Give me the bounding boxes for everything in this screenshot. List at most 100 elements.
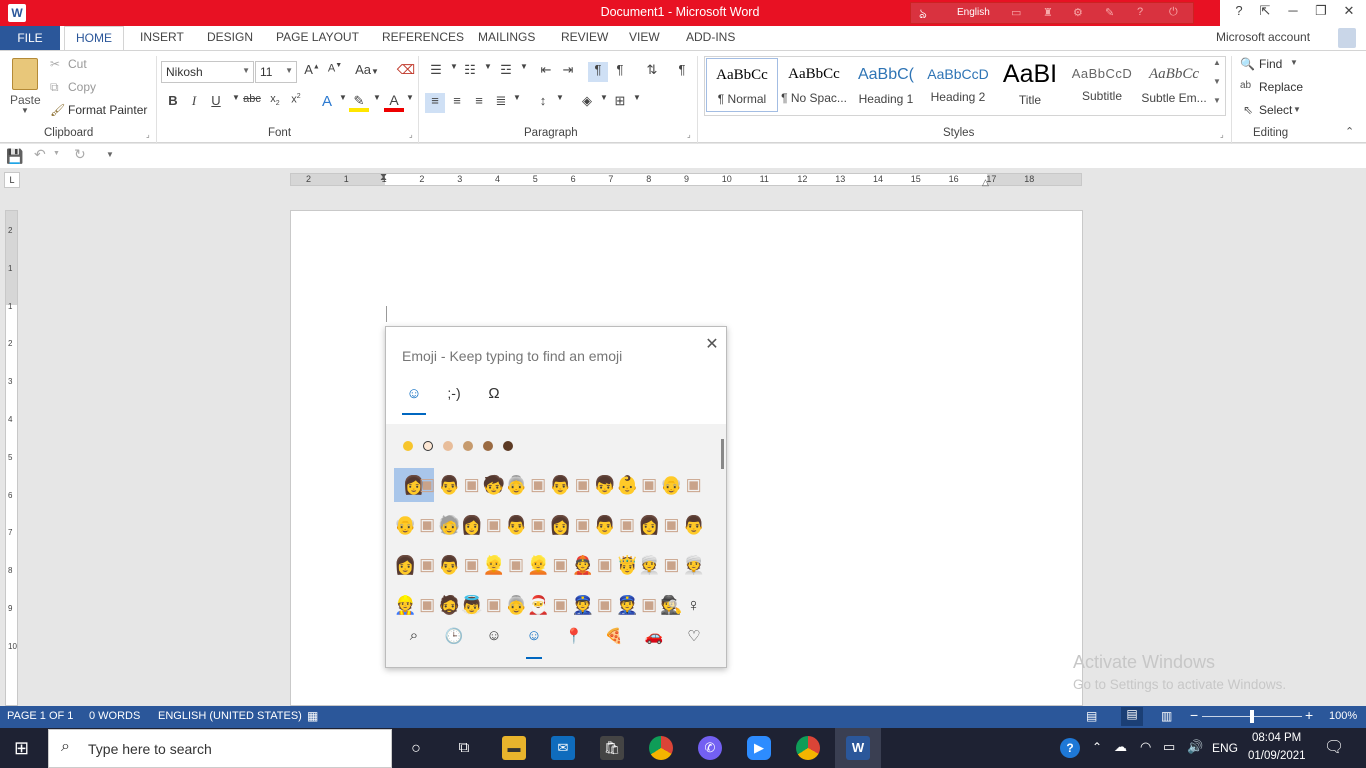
emoji-cell[interactable]: 👦 <box>594 468 616 502</box>
emoji-cell[interactable]: 🕵 <box>660 588 682 622</box>
emoji-cell[interactable]: ♀ <box>683 588 705 622</box>
emoji-cell[interactable]: ▣ <box>505 548 527 582</box>
emoji-cell[interactable]: 👨 <box>683 508 705 542</box>
emoji-cell[interactable]: 👳 <box>638 548 660 582</box>
volume-icon[interactable]: 🔊 <box>1187 739 1203 755</box>
emoji-category-tab[interactable]: 📍 <box>561 627 587 653</box>
change-case-button[interactable]: Aa▼ <box>352 62 382 82</box>
horizontal-ruler[interactable]: 2 1 1 2 3 4 5 6 7 8 9 10 11 12 13 14 15 16 17 18 <box>290 173 1082 186</box>
tab-file[interactable]: FILE <box>0 26 60 50</box>
bold-icon[interactable]: B <box>163 93 183 113</box>
viber-icon[interactable]: ✆ <box>698 736 722 760</box>
emoji-cell[interactable]: ▣ <box>461 468 483 502</box>
emoji-cell[interactable]: 👨 <box>505 508 527 542</box>
find-button[interactable]: Find <box>1259 57 1282 71</box>
styles-more-icon[interactable]: ▼ <box>1211 96 1223 114</box>
paste-icon[interactable] <box>12 58 38 90</box>
emoji-cell[interactable]: 👩 <box>394 548 416 582</box>
word-app-icon[interactable]: W <box>8 4 26 22</box>
emoji-cell[interactable]: 👵 <box>505 468 527 502</box>
skin-tone-swatch[interactable] <box>403 441 413 451</box>
minimize-button[interactable]: ─ <box>1282 3 1304 23</box>
styles-scroll-down-icon[interactable]: ▼ <box>1211 77 1223 95</box>
print-layout-icon[interactable]: ▤ <box>1121 707 1143 726</box>
emoji-cell[interactable]: ▣ <box>594 548 616 582</box>
numbering-icon[interactable]: ☷ <box>460 62 480 82</box>
style-title[interactable]: AaBI Title <box>994 58 1066 112</box>
help-tray-icon[interactable]: ? <box>1060 738 1080 758</box>
clock-date[interactable]: 01/09/2021 <box>1248 750 1306 762</box>
underline-icon[interactable]: U <box>206 93 226 113</box>
page-count[interactable]: PAGE 1 OF 1 <box>7 710 73 722</box>
emoji-cell[interactable]: ▣ <box>483 588 505 622</box>
web-layout-icon[interactable]: ▥ <box>1161 709 1172 723</box>
network-icon[interactable]: ◠ <box>1140 739 1151 755</box>
emoji-category-tab[interactable]: ♡ <box>681 627 707 653</box>
word-count[interactable]: 0 WORDS <box>89 710 140 722</box>
replace-button[interactable]: Replace <box>1259 80 1303 94</box>
save-icon[interactable]: 💾 <box>6 148 23 165</box>
indent-marker-icon[interactable]: ⧗ <box>380 172 387 183</box>
help-button[interactable]: ? <box>1228 3 1250 23</box>
zoom-level[interactable]: 100% <box>1329 710 1357 722</box>
emoji-cell[interactable]: 👩 <box>461 508 483 542</box>
emoji-cell[interactable]: 👩 <box>638 508 660 542</box>
tab-symbols[interactable]: Ω <box>482 385 506 407</box>
undo-dropdown-icon[interactable]: ▼ <box>53 150 60 157</box>
tab-selector-icon[interactable]: L <box>4 172 20 188</box>
emoji-search-prompt[interactable]: Emoji - Keep typing to find an emoji <box>402 348 622 364</box>
emoji-cell[interactable]: ▣ <box>416 548 438 582</box>
style-heading-1[interactable]: AaBbC( Heading 1 <box>850 58 922 112</box>
find-dropdown-icon[interactable]: ▼ <box>1290 58 1298 67</box>
strikethrough-icon[interactable]: abc <box>241 93 263 113</box>
format-painter-button[interactable]: Format Painter <box>68 103 147 117</box>
right-indent-marker-icon[interactable]: △ <box>982 177 989 188</box>
emoji-cell[interactable]: ▣ <box>616 508 638 542</box>
align-left-icon[interactable]: ≡ <box>425 93 445 113</box>
close-window-button[interactable]: ✕ <box>1338 3 1360 23</box>
emoji-cell[interactable]: ▣ <box>527 508 549 542</box>
tab-review[interactable]: REVIEW <box>561 30 608 44</box>
emoji-cell[interactable]: ▣ <box>660 508 682 542</box>
emoji-cell[interactable]: 👳 <box>683 548 705 582</box>
font-name-field[interactable]: Nikosh ▼ <box>161 61 254 83</box>
grow-font-icon[interactable]: A▲ <box>302 62 322 82</box>
select-button[interactable]: Select <box>1259 103 1292 117</box>
skin-tone-swatch[interactable] <box>423 441 433 451</box>
paste-dropdown-icon[interactable]: ▼ <box>21 106 29 115</box>
emoji-cell[interactable]: 🧓 <box>438 508 460 542</box>
emoji-cell[interactable]: ▣ <box>461 548 483 582</box>
emoji-cell[interactable]: 👩 <box>549 508 571 542</box>
highlight-icon[interactable]: ✎ <box>349 93 369 112</box>
emoji-cell[interactable]: 🤴 <box>616 548 638 582</box>
zoom-out-icon[interactable]: − <box>1190 707 1198 723</box>
language-status[interactable]: ENGLISH (UNITED STATES) <box>158 710 302 722</box>
tab-emoji[interactable]: ☺ <box>402 385 426 415</box>
numbering-dropdown-icon[interactable]: ▼ <box>478 62 498 82</box>
mail-icon[interactable]: ✉ <box>551 736 575 760</box>
copy-button[interactable]: Copy <box>68 80 96 94</box>
emoji-cell[interactable]: ▣ <box>416 508 438 542</box>
taskbar-search-box[interactable]: ⌕ Type here to search <box>48 729 392 768</box>
cortana-icon[interactable]: ○ <box>404 737 428 761</box>
bullets-icon[interactable]: ☰ <box>426 62 446 82</box>
emoji-cell[interactable]: ▣ <box>594 588 616 622</box>
emoji-cell[interactable]: 👷 <box>394 588 416 622</box>
borders-dropdown-icon[interactable]: ▼ <box>627 93 647 113</box>
subscript-icon[interactable]: x2 <box>265 93 285 113</box>
restore-button[interactable]: ❐ <box>1310 3 1332 23</box>
ribbon-display-options-button[interactable]: ⇱ <box>1254 3 1276 23</box>
battery-icon[interactable]: ▭ <box>1163 739 1175 755</box>
emoji-cell[interactable]: ▣ <box>549 548 571 582</box>
decrease-indent-icon[interactable]: ⇤ <box>536 62 556 82</box>
style-normal[interactable]: AaBbCc ¶ Normal <box>706 58 778 112</box>
emoji-scrollbar[interactable] <box>721 439 724 469</box>
input-language[interactable]: ENG <box>1212 741 1238 755</box>
tab-insert[interactable]: INSERT <box>140 30 184 44</box>
emoji-cell[interactable]: ▣ <box>416 468 438 502</box>
skin-tone-swatch[interactable] <box>463 441 473 451</box>
show-hidden-icons-icon[interactable]: ⌃ <box>1092 740 1102 754</box>
font-color-dropdown-icon[interactable]: ▼ <box>400 93 420 113</box>
select-dropdown-icon[interactable]: ▼ <box>1293 105 1301 114</box>
align-right-icon[interactable]: ≡ <box>469 93 489 113</box>
